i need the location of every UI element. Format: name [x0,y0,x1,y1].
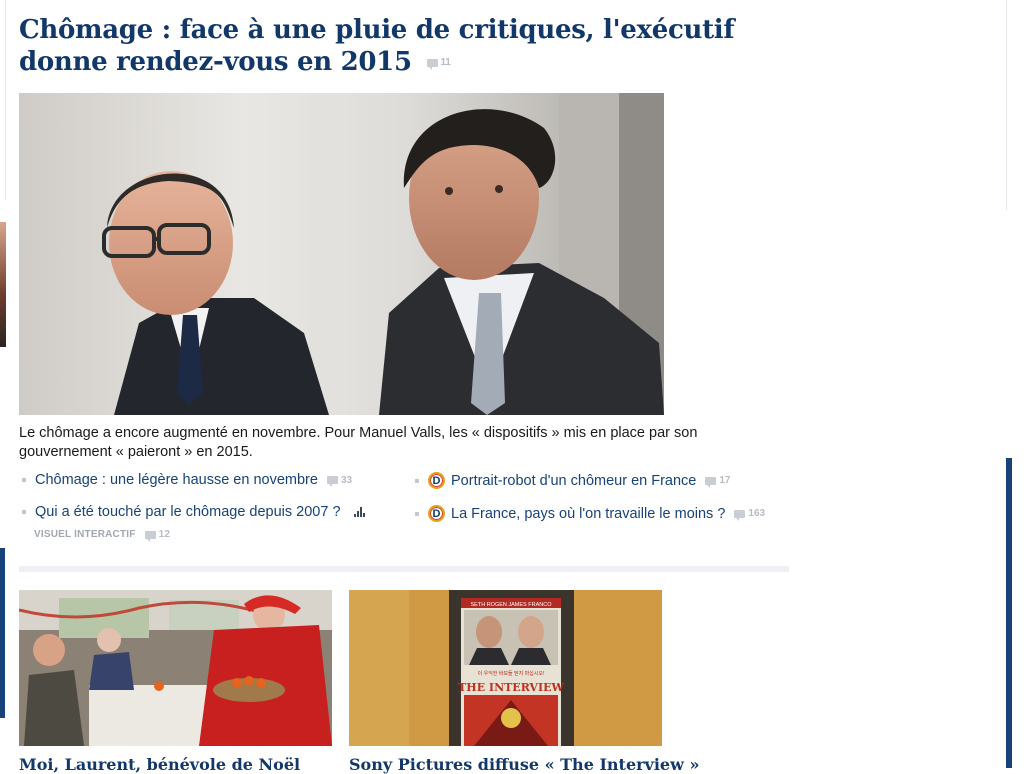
related-link-comment-count[interactable]: 163 [734,508,766,521]
related-link-chomage-hausse[interactable]: Chômage : une légère hausse en novembre … [22,472,352,488]
comment-count-value: 17 [719,475,731,486]
related-link-comment-count[interactable]: 17 [705,475,731,488]
interview-poster-illustration: SETH ROGEN JAMES FRANCO 이 우익한 바보들 믿지 마십시… [349,590,662,746]
frame-line [1006,0,1007,210]
related-link-comment-count[interactable]: 33 [326,474,353,487]
bullet [415,511,419,516]
poster-top-names: SETH ROGEN JAMES FRANCO [471,602,553,608]
related-link-france-travaille[interactable]: D La France, pays où l'on travaille le m… [415,505,765,522]
story-title-interview[interactable]: Sony Pictures diffuse « The Interview » [349,755,699,774]
comment-count-value: 163 [748,508,766,519]
story-thumbnail-interview[interactable]: SETH ROGEN JAMES FRANCO 이 우익한 바보들 믿지 마십시… [349,590,662,746]
main-headline[interactable]: Chômage : face à une pluie de critiques,… [19,14,779,79]
main-story-photo[interactable] [19,93,664,415]
main-story-photo-illustration [19,93,664,415]
comment-icon [426,59,438,70]
related-link-qui-a-ete-touche[interactable]: Qui a été touché par le chômage depuis 2… [22,504,365,520]
main-headline-text[interactable]: Chômage : face à une pluie de critiques,… [19,15,735,77]
story-title-benevole[interactable]: Moi, Laurent, bénévole de Noël [19,755,300,774]
related-link-label[interactable]: Qui a été touché par le chômage depuis 2… [35,504,341,520]
bullet [415,478,419,483]
comment-icon [705,476,717,488]
benevole-photo-illustration [19,590,332,746]
adjacent-story-image-edge[interactable] [0,222,6,347]
related-link-label[interactable]: Portrait-robot d'un chômeur en France [451,473,696,489]
visuel-interactif-tag: VISUEL INTERACTIF 12 [34,529,171,542]
frame-line [5,0,6,200]
section-divider [19,566,789,572]
tag-label: VISUEL INTERACTIF [34,529,136,540]
bullet [22,510,26,514]
bullet [22,478,26,482]
comment-count-value: 33 [340,474,353,486]
comment-icon [734,509,746,521]
related-link-portrait-robot[interactable]: D Portrait-robot d'un chômeur en France … [415,472,731,489]
comment-count-value: 11 [440,57,451,68]
comment-icon [326,476,338,487]
headline-comment-count[interactable]: 11 [426,47,451,79]
comment-icon [144,530,156,542]
related-link-label[interactable]: Chômage : une légère hausse en novembre [35,472,318,488]
decodeurs-icon: D [428,505,445,522]
poster-title: THE INTERVIEW [458,681,564,694]
comment-count-value: 12 [158,529,171,540]
related-link-comment-count[interactable]: 12 [144,529,171,542]
decodeurs-icon: D [428,472,445,489]
bar-chart-icon [353,507,365,517]
main-story-caption: Le chômage a encore augmenté en novembre… [19,425,698,460]
adjacent-panel-edge [1006,458,1012,768]
related-link-label[interactable]: La France, pays où l'on travaille le moi… [451,506,725,522]
adjacent-panel-edge [0,548,5,718]
story-thumbnail-benevole[interactable] [19,590,332,746]
poster-korean-line: 이 우익한 바보들 믿지 마십시오! [478,670,545,677]
